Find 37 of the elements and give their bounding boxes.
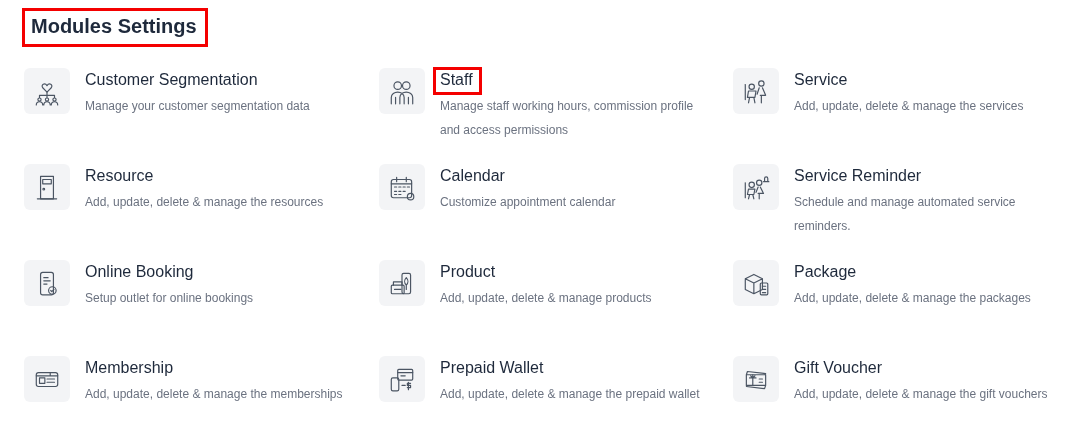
icon-tile[interactable] [379, 356, 425, 402]
icon-tile[interactable] [24, 356, 70, 402]
module-description: Add, update, delete & manage the gift vouchers [794, 386, 1048, 403]
module-title[interactable]: Staff [433, 67, 482, 95]
module-description: Manage staff working hours, commission profile and access permissions [440, 98, 695, 139]
module-description: Add, update, delete & manage the packages [794, 290, 1031, 307]
icon-tile[interactable] [733, 260, 779, 306]
module-description: Customize appointment calendar [440, 194, 616, 211]
icon-tile[interactable] [379, 68, 425, 114]
icon-tile[interactable] [24, 68, 70, 114]
module-title[interactable]: Product [433, 259, 505, 287]
icon-tile[interactable] [733, 356, 779, 402]
icon-tile[interactable] [24, 260, 70, 306]
page-title: Modules Settings [22, 8, 208, 47]
icon-tile[interactable] [733, 164, 779, 210]
module-title[interactable]: Package [787, 259, 866, 287]
module-description: Add, update, delete & manage the memberships [85, 386, 343, 403]
icon-tile[interactable] [379, 260, 425, 306]
module-title[interactable]: Resource [78, 163, 163, 191]
module-title[interactable]: Customer Segmentation [78, 67, 267, 95]
module-title[interactable]: Membership [78, 355, 183, 383]
module-title[interactable]: Calendar [433, 163, 514, 191]
icon-tile[interactable] [733, 68, 779, 114]
module-description: Schedule and manage automated service reminders. [794, 194, 1017, 235]
icon-tile[interactable] [379, 164, 425, 210]
module-title[interactable]: Service [787, 67, 857, 95]
module-description: Add, update, delete & manage the services [794, 98, 1024, 115]
module-description: Manage your customer segmentation data [85, 98, 310, 115]
module-description: Add, update, delete & manage the prepaid wallet [440, 386, 700, 403]
module-title[interactable]: Service Reminder [787, 163, 931, 191]
module-title[interactable]: Online Booking [78, 259, 203, 287]
module-description: Add, update, delete & manage products [440, 290, 652, 307]
module-title[interactable]: Prepaid Wallet [433, 355, 553, 383]
icon-tile[interactable] [24, 164, 70, 210]
module-description: Setup outlet for online bookings [85, 290, 254, 307]
module-description: Add, update, delete & manage the resources [85, 194, 324, 211]
module-title[interactable]: Gift Voucher [787, 355, 892, 383]
